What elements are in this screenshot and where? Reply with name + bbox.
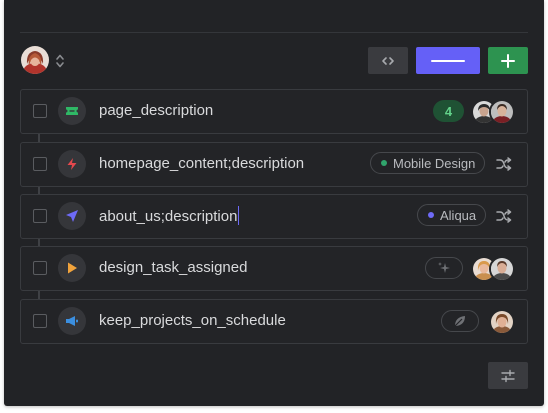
task-row[interactable]: homepage_content;description Mobile Desi…	[20, 142, 528, 187]
task-row[interactable]: keep_projects_on_schedule	[20, 299, 528, 344]
avatar[interactable]	[489, 309, 515, 335]
shuffle-icon[interactable]	[495, 156, 513, 172]
sparkle-icon[interactable]	[425, 257, 463, 279]
send-icon	[58, 202, 86, 230]
sliders-icon	[501, 369, 515, 382]
current-user-avatar[interactable]	[21, 46, 49, 74]
primary-action-button[interactable]	[416, 47, 480, 74]
task-checkbox[interactable]	[33, 157, 47, 171]
megaphone-icon	[58, 307, 86, 335]
task-panel: page_description 4 homepage_content;desc…	[4, 0, 544, 406]
task-title[interactable]: page_description	[99, 101, 213, 121]
task-row[interactable]: page_description 4	[20, 89, 528, 134]
code-brackets-icon	[382, 56, 394, 65]
sort-up-down-icon[interactable]	[55, 53, 65, 69]
top-divider	[20, 32, 528, 33]
code-view-button[interactable]	[368, 47, 408, 74]
task-checkbox[interactable]	[33, 261, 47, 275]
ticket-icon	[58, 97, 86, 125]
tag-dot	[381, 160, 387, 166]
task-title: about_us;description	[99, 208, 238, 225]
tag-badge[interactable]: Aliqua	[417, 204, 487, 226]
minus-line-icon	[431, 59, 465, 62]
text-cursor	[238, 206, 240, 225]
play-icon	[58, 254, 86, 282]
tag-label: Aliqua	[440, 207, 477, 223]
avatar[interactable]	[489, 99, 515, 125]
task-title[interactable]: keep_projects_on_schedule	[99, 311, 286, 331]
add-task-button[interactable]	[488, 47, 528, 74]
bolt-icon	[58, 150, 86, 178]
tag-dot	[428, 212, 434, 218]
avatar[interactable]	[489, 256, 515, 282]
leaf-icon[interactable]	[441, 310, 479, 332]
tag-badge[interactable]: Mobile Design	[370, 152, 486, 174]
count-badge: 4	[433, 100, 464, 122]
task-checkbox[interactable]	[33, 104, 47, 118]
task-title[interactable]: homepage_content;description	[99, 154, 304, 174]
filter-settings-button[interactable]	[488, 362, 528, 389]
tag-label: Mobile Design	[393, 155, 476, 171]
task-row[interactable]: design_task_assigned	[20, 246, 528, 291]
task-checkbox[interactable]	[33, 209, 47, 223]
task-row[interactable]: about_us;description Aliqua	[20, 194, 528, 239]
plus-icon	[501, 53, 515, 68]
task-title[interactable]: design_task_assigned	[99, 258, 247, 278]
task-title-input[interactable]: about_us;description	[99, 206, 240, 227]
shuffle-icon[interactable]	[495, 208, 513, 224]
task-checkbox[interactable]	[33, 314, 47, 328]
